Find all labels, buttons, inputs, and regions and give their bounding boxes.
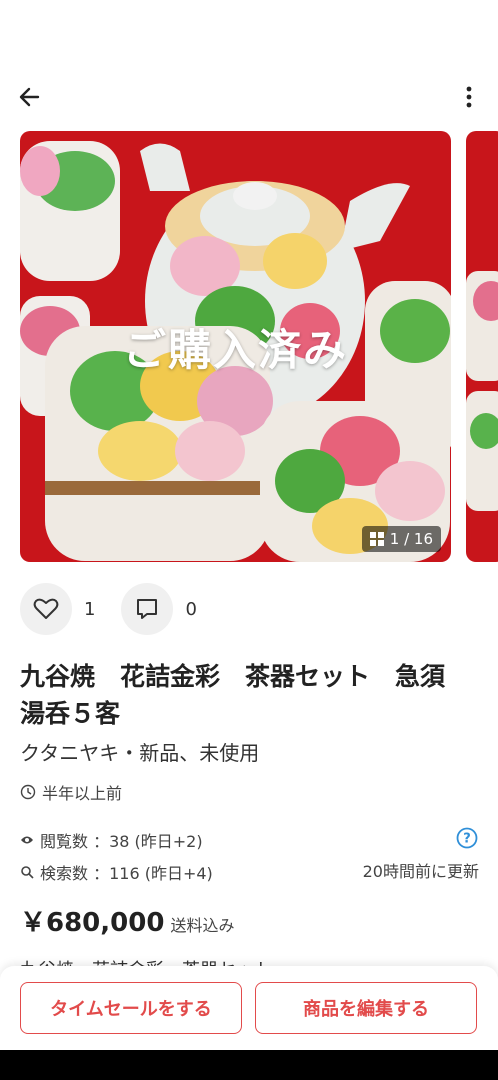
search-icon xyxy=(21,866,34,879)
sold-overlay-label: ご購入済み xyxy=(123,325,348,376)
bottom-action-bar: タイムセールをする 商品を編集する xyxy=(0,966,498,1050)
like-button[interactable] xyxy=(20,583,72,635)
timesale-button[interactable]: タイムセールをする xyxy=(20,982,242,1034)
comment-button[interactable] xyxy=(121,583,174,635)
posted-time-text: 半年以上前 xyxy=(42,784,123,803)
svg-text:?: ? xyxy=(463,832,471,847)
eye-icon xyxy=(21,836,33,844)
grid-icon xyxy=(369,532,384,546)
reaction-bar: 1 0 xyxy=(20,583,223,635)
item-title: 九谷焼 花詰金彩 茶器セット 急須 湯呑５客 xyxy=(20,662,471,728)
comment-icon xyxy=(137,599,158,619)
clock-icon xyxy=(20,784,36,800)
item-brand-condition[interactable]: クタニヤキ・新品、未使用 xyxy=(20,737,259,766)
more-options-button[interactable] xyxy=(456,83,482,111)
like-count: 1 xyxy=(84,598,96,620)
shipping-label: 送料込み xyxy=(170,916,235,935)
more-vertical-icon xyxy=(466,86,472,108)
question-circle-icon: ? xyxy=(456,827,478,849)
image-counter: 1 / 16 xyxy=(361,526,441,552)
posted-time: 半年以上前 xyxy=(20,780,122,804)
updated-time: 20時間前に更新 xyxy=(362,862,479,881)
item-price: ￥680,000 xyxy=(20,908,165,938)
search-count-text: 検索数 ：116 (昨日+4) xyxy=(40,864,213,883)
price-row: ￥680,000 送料込み xyxy=(20,902,234,939)
product-image-next[interactable] xyxy=(466,131,498,562)
comment-count: 0 xyxy=(185,598,197,620)
view-count-text: 閲覧数 ：38 (昨日+2) xyxy=(40,832,203,851)
help-button[interactable]: ? xyxy=(456,827,478,849)
product-image-main[interactable]: ご購入済み 1 / 16 xyxy=(20,131,451,562)
edit-item-button[interactable]: 商品を編集する xyxy=(255,982,477,1034)
system-nav-bar xyxy=(0,1050,498,1080)
back-button[interactable] xyxy=(14,83,46,111)
teaset-photo-next xyxy=(466,131,498,562)
image-counter-text: 1 / 16 xyxy=(389,530,433,548)
search-stats: 検索数 ：116 (昨日+4) xyxy=(20,860,213,884)
heart-icon xyxy=(33,598,59,619)
view-stats: 閲覧数 ：38 (昨日+2) xyxy=(20,828,203,852)
top-bar xyxy=(0,75,498,119)
arrow-left-icon xyxy=(19,87,40,107)
image-gallery[interactable]: ご購入済み 1 / 16 xyxy=(0,131,498,562)
